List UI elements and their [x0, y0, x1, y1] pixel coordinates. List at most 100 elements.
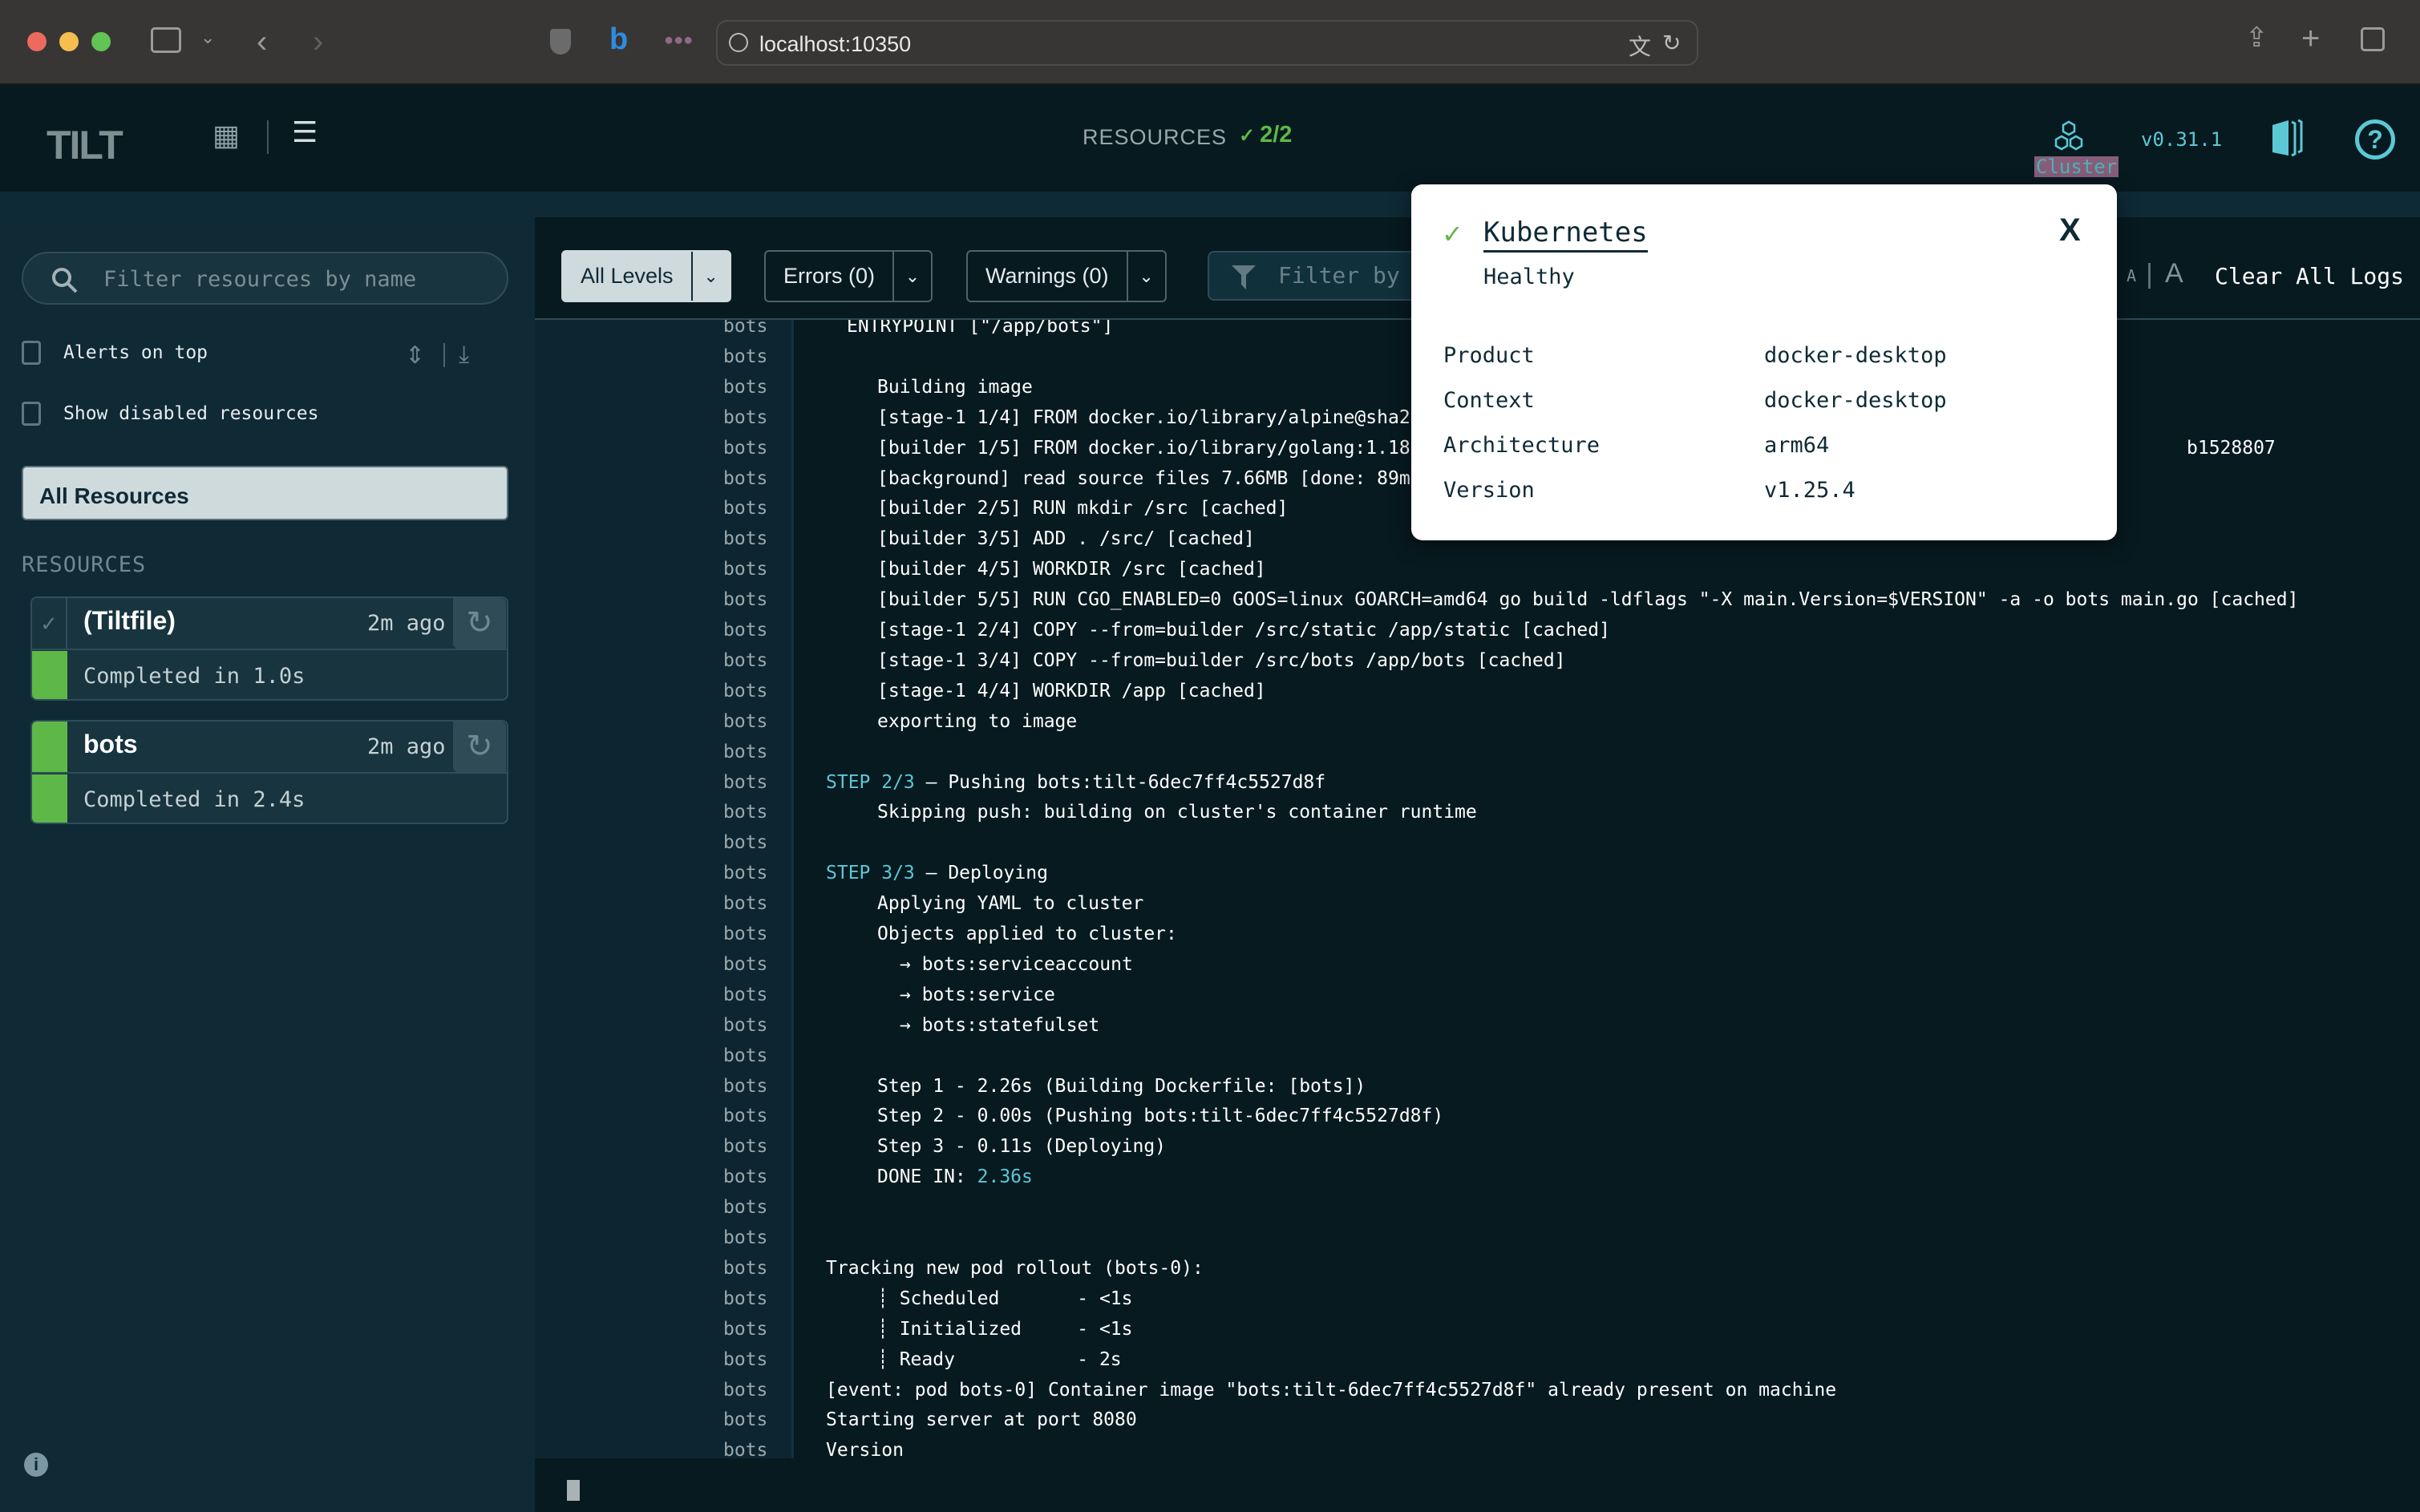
log-line-prefix[interactable]: bots	[723, 342, 767, 372]
decrease-font-button[interactable]: A	[2127, 266, 2136, 285]
resource-name[interactable]: bots	[83, 730, 138, 759]
log-line-prefix[interactable]: bots	[723, 1131, 767, 1162]
log-line-prefix[interactable]: bots	[723, 1284, 767, 1314]
log-line-prefix[interactable]: bots	[723, 1010, 767, 1041]
log-line-prefix[interactable]: bots	[723, 919, 767, 949]
chevron-down-icon[interactable]: ⌄	[200, 29, 215, 46]
info-value: docker-desktop	[1764, 388, 1947, 413]
resource-card-tiltfile[interactable]: ✓ (Tiltfile) 2m ago ↻ Completed in 1.0s	[30, 596, 508, 701]
share-icon[interactable]: ⇪	[2245, 24, 2268, 51]
log-line-prefix[interactable]: bots	[723, 1253, 767, 1284]
cluster-type-link[interactable]: Kubernetes	[1483, 216, 1648, 253]
log-line-prefix[interactable]: bots	[723, 1314, 767, 1344]
warnings-label[interactable]: Warnings (0)	[968, 252, 1128, 301]
info-icon[interactable]: i	[24, 1453, 48, 1477]
new-tab-icon[interactable]: +	[2301, 22, 2320, 55]
log-line-prefix[interactable]: bots	[723, 433, 767, 463]
chevron-down-icon[interactable]: ⌄	[693, 252, 730, 301]
resource-search[interactable]	[22, 252, 508, 305]
log-line-prefix[interactable]: bots	[723, 1192, 767, 1223]
log-line-prefix[interactable]: bots	[723, 827, 767, 858]
bing-icon[interactable]: b	[609, 24, 628, 55]
log-line-prefix[interactable]: bots	[723, 554, 767, 584]
log-line: bots → bots:statefulset	[535, 1010, 2420, 1041]
log-line-prefix[interactable]: bots	[723, 676, 767, 706]
resource-updated-time: 2m ago	[367, 611, 446, 636]
address-bar[interactable]: localhost:10350 文 ↻	[716, 20, 1698, 66]
close-window-button[interactable]	[27, 32, 47, 51]
all-resources-button[interactable]: All Resources	[22, 466, 508, 520]
minimize-window-button[interactable]	[59, 32, 79, 51]
log-line-prefix[interactable]: bots	[723, 1344, 767, 1375]
all-levels-filter[interactable]: All Levels ⌄	[561, 250, 731, 302]
back-icon[interactable]: ‹	[257, 26, 267, 58]
log-line-prefix[interactable]: bots	[723, 1071, 767, 1102]
list-view-icon[interactable]: ☰	[292, 115, 318, 149]
table-view-icon[interactable]: ▦	[212, 119, 240, 152]
log-line-prefix[interactable]: bots	[723, 1041, 767, 1071]
resources-count[interactable]: ✓ 2/2	[1239, 122, 1292, 148]
log-line-prefix[interactable]: bots	[723, 493, 767, 524]
log-line-prefix[interactable]: bots	[723, 949, 767, 980]
log-line-prefix[interactable]: bots	[723, 320, 767, 342]
log-line-prefix[interactable]: bots	[723, 524, 767, 554]
errors-filter[interactable]: Errors (0) ⌄	[764, 250, 933, 302]
extensions-icon[interactable]: ●●●	[664, 32, 693, 48]
log-line-prefix[interactable]: bots	[723, 463, 767, 494]
tilt-version[interactable]: v0.31.1	[2141, 128, 2222, 151]
sidebar-toggle-icon[interactable]	[151, 27, 181, 53]
log-line-prefix[interactable]: bots	[723, 1223, 767, 1253]
log-line-prefix[interactable]: bots	[723, 888, 767, 919]
increase-font-button[interactable]: A	[2165, 258, 2183, 289]
forward-icon[interactable]: ›	[313, 26, 323, 58]
url-text[interactable]: localhost:10350	[759, 32, 911, 57]
resource-name[interactable]: (Tiltfile)	[83, 606, 176, 636]
errors-label[interactable]: Errors (0)	[766, 252, 894, 301]
log-line-prefix[interactable]: bots	[723, 1435, 767, 1458]
expand-all-icon[interactable]: ⇕	[405, 342, 425, 370]
all-levels-label[interactable]: All Levels	[563, 252, 693, 301]
log-line-prefix[interactable]: bots	[723, 372, 767, 402]
alerts-on-top-toggle[interactable]: Alerts on top	[22, 341, 208, 365]
docs-icon[interactable]	[2269, 119, 2305, 163]
close-icon[interactable]: X	[2059, 212, 2081, 249]
log-line-prefix[interactable]: bots	[723, 402, 767, 433]
log-line-prefix[interactable]: bots	[723, 615, 767, 645]
log-line: bots Version	[535, 1435, 2420, 1458]
shield-icon[interactable]	[550, 29, 571, 55]
log-line-prefix[interactable]: bots	[723, 1101, 767, 1131]
card-divider	[32, 772, 507, 774]
chevron-down-icon[interactable]: ⌄	[1128, 252, 1165, 301]
log-line-prefix[interactable]: bots	[723, 1375, 767, 1405]
show-disabled-checkbox[interactable]	[22, 402, 41, 426]
log-line-prefix[interactable]: bots	[723, 706, 767, 737]
resource-search-input[interactable]	[103, 263, 488, 295]
tabs-overview-icon[interactable]	[2361, 27, 2385, 51]
log-line-prefix[interactable]: bots	[723, 737, 767, 767]
log-line-prefix[interactable]: bots	[723, 1405, 767, 1435]
show-disabled-toggle[interactable]: Show disabled resources	[22, 402, 319, 426]
translate-icon[interactable]: 文	[1629, 30, 1651, 62]
help-icon[interactable]: ?	[2355, 119, 2395, 160]
tilt-logo[interactable]: TILT	[47, 122, 123, 168]
log-line-prefix[interactable]: bots	[723, 980, 767, 1010]
log-line-prefix[interactable]: bots	[723, 645, 767, 676]
trigger-update-button[interactable]: ↻	[453, 722, 506, 772]
cluster-button[interactable]	[2049, 120, 2089, 160]
log-line-prefix[interactable]: bots	[723, 797, 767, 827]
clear-logs-button[interactable]: Clear All Logs	[2215, 263, 2404, 289]
collapse-all-icon[interactable]: ⤓	[459, 342, 469, 369]
warnings-filter[interactable]: Warnings (0) ⌄	[966, 250, 1167, 302]
trigger-update-button[interactable]: ↻	[453, 598, 506, 649]
resource-card-bots[interactable]: bots 2m ago ↻ Completed in 2.4s	[30, 720, 508, 824]
chevron-down-icon[interactable]: ⌄	[894, 252, 931, 301]
log-line-text: Version	[826, 1435, 904, 1458]
log-line-prefix[interactable]: bots	[723, 584, 767, 615]
alerts-on-top-checkbox[interactable]	[22, 341, 41, 365]
log-line-prefix[interactable]: bots	[723, 858, 767, 888]
log-line-prefix[interactable]: bots	[723, 767, 767, 798]
maximize-window-button[interactable]	[91, 32, 111, 51]
log-line-prefix[interactable]: bots	[723, 1162, 767, 1192]
cluster-label[interactable]: Cluster	[2034, 156, 2119, 177]
reload-icon[interactable]: ↻	[1662, 30, 1681, 56]
